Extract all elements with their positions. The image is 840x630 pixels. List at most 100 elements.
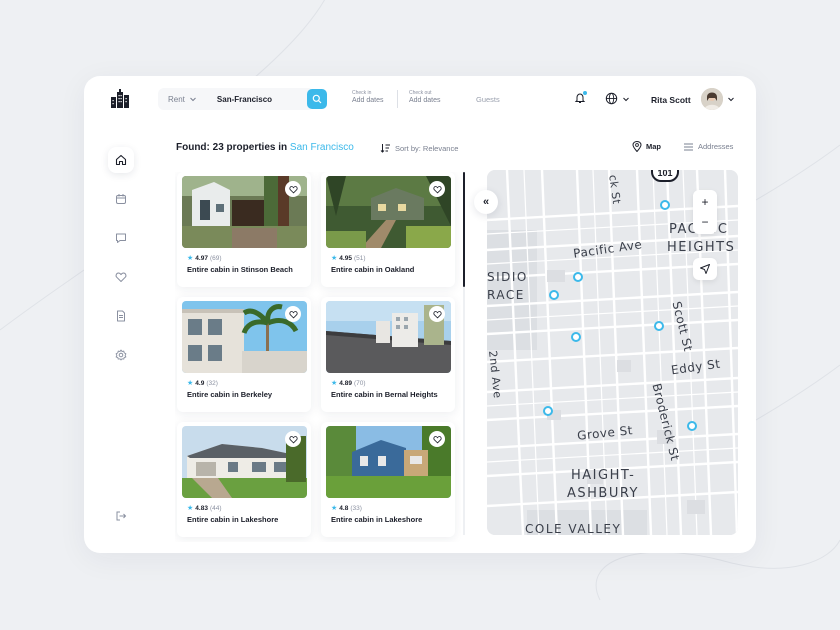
star-icon: ★ bbox=[331, 380, 338, 387]
checkout-value[interactable]: Add dates bbox=[409, 97, 441, 104]
favorite-button[interactable] bbox=[429, 431, 445, 447]
location-search[interactable]: Rent San-Francisco bbox=[158, 88, 314, 110]
guests-input[interactable]: Guests bbox=[476, 95, 500, 104]
document-icon bbox=[117, 310, 125, 322]
sidebar-item-calendar[interactable] bbox=[108, 186, 134, 212]
property-card[interactable]: ★ 4.83 (44) Entire cabin in Lakeshore bbox=[177, 422, 311, 537]
property-photo[interactable] bbox=[182, 426, 307, 498]
map-marker[interactable] bbox=[687, 421, 697, 431]
map-marker[interactable] bbox=[654, 321, 664, 331]
chevron-down-icon[interactable] bbox=[189, 95, 197, 103]
locate-button[interactable] bbox=[693, 258, 717, 280]
heart-icon bbox=[432, 185, 442, 193]
map-neighborhood-label: ASHBURY bbox=[567, 486, 639, 501]
collapse-map-button[interactable]: « bbox=[474, 190, 498, 214]
property-title[interactable]: Entire cabin in Berkeley bbox=[187, 390, 272, 399]
property-photo[interactable] bbox=[326, 176, 451, 248]
property-rating: ★ 4.95 (51) bbox=[331, 254, 366, 263]
property-title[interactable]: Entire cabin in Bernal Heights bbox=[331, 390, 438, 399]
rent-dropdown-label[interactable]: Rent bbox=[168, 95, 185, 104]
map-marker[interactable] bbox=[543, 406, 553, 416]
property-card[interactable]: ★ 4.9 (32) Entire cabin in Berkeley bbox=[177, 297, 311, 412]
scrollbar-thumb[interactable] bbox=[463, 172, 465, 287]
property-title[interactable]: Entire cabin in Lakeshore bbox=[331, 515, 422, 524]
map-view[interactable]: 101 ck St Pacific Ave PACIFIC HEIGHTS SI… bbox=[487, 170, 738, 535]
results-city[interactable]: San Francisco bbox=[290, 142, 354, 153]
property-title[interactable]: Entire cabin in Lakeshore bbox=[187, 515, 278, 524]
heart-icon bbox=[288, 435, 298, 443]
favorite-button[interactable] bbox=[285, 431, 301, 447]
favorite-button[interactable] bbox=[429, 306, 445, 322]
zoom-controls: + − bbox=[693, 190, 717, 234]
zoom-out-button[interactable]: − bbox=[701, 212, 708, 232]
avatar[interactable] bbox=[701, 88, 723, 110]
property-card[interactable]: ★ 4.89 (70) Entire cabin in Bernal Heights bbox=[321, 297, 455, 412]
chevron-down-icon[interactable] bbox=[622, 95, 630, 103]
zoom-in-button[interactable]: + bbox=[701, 192, 708, 212]
checkin-label: Check in bbox=[352, 90, 372, 96]
checkout-field[interactable]: Check out Add dates bbox=[409, 90, 441, 104]
map-marker[interactable] bbox=[660, 200, 670, 210]
user-name[interactable]: Rita Scott bbox=[651, 95, 691, 105]
search-button[interactable] bbox=[307, 89, 327, 109]
property-card[interactable]: ★ 4.95 (51) Entire cabin in Oakland bbox=[321, 172, 455, 287]
map-marker[interactable] bbox=[571, 332, 581, 342]
app-window: Rent San-Francisco Check in Add dates Ch… bbox=[84, 76, 756, 553]
favorite-button[interactable] bbox=[285, 306, 301, 322]
addresses-label[interactable]: Addresses bbox=[698, 142, 733, 151]
sidebar-item-messages[interactable] bbox=[108, 225, 134, 251]
sort-label[interactable]: Sort by: Relevance bbox=[395, 144, 458, 153]
map-neighborhood-label: HAIGHT- bbox=[571, 468, 636, 483]
chat-icon bbox=[116, 233, 126, 243]
checkout-label: Check out bbox=[409, 90, 432, 96]
property-photo[interactable] bbox=[182, 301, 307, 373]
sort-dropdown[interactable]: Sort by: Relevance bbox=[380, 143, 458, 153]
star-icon: ★ bbox=[187, 255, 194, 262]
sidebar-item-settings[interactable] bbox=[108, 342, 134, 368]
property-list[interactable]: ★ 4.97 (69) Entire cabin in Stinson Beach bbox=[175, 172, 461, 542]
property-card[interactable]: ★ 4.8 (33) Entire cabin in Lakeshore bbox=[321, 422, 455, 537]
gear-icon bbox=[115, 349, 127, 361]
property-photo[interactable] bbox=[326, 301, 451, 373]
favorite-button[interactable] bbox=[285, 181, 301, 197]
map-neighborhood-label: SIDIO bbox=[487, 270, 528, 284]
checkin-field[interactable]: Check in Add dates bbox=[352, 90, 384, 104]
map-label[interactable]: Map bbox=[646, 142, 661, 151]
addresses-toggle[interactable]: Addresses bbox=[684, 142, 733, 151]
logout-button[interactable] bbox=[108, 503, 134, 529]
property-rating: ★ 4.8 (33) bbox=[331, 504, 362, 513]
property-photo[interactable] bbox=[326, 426, 451, 498]
property-card[interactable]: ★ 4.97 (69) Entire cabin in Stinson Beach bbox=[177, 172, 311, 287]
checkin-value[interactable]: Add dates bbox=[352, 97, 384, 104]
favorite-button[interactable] bbox=[429, 181, 445, 197]
map-marker[interactable] bbox=[549, 290, 559, 300]
property-rating: ★ 4.83 (44) bbox=[187, 504, 222, 513]
home-icon bbox=[115, 154, 127, 166]
divider bbox=[397, 90, 398, 108]
navigation-arrow-icon bbox=[700, 264, 710, 274]
sidebar-item-home[interactable] bbox=[108, 147, 134, 173]
heart-icon bbox=[288, 310, 298, 318]
property-title[interactable]: Entire cabin in Stinson Beach bbox=[187, 265, 293, 274]
property-rating: ★ 4.89 (70) bbox=[331, 379, 366, 388]
map-neighborhood-label: RACE bbox=[487, 288, 525, 302]
property-title[interactable]: Entire cabin in Oakland bbox=[331, 265, 414, 274]
sidebar-item-documents[interactable] bbox=[108, 303, 134, 329]
chevron-down-icon[interactable] bbox=[727, 95, 735, 103]
city-input[interactable]: San-Francisco bbox=[217, 95, 272, 104]
notification-dot bbox=[583, 91, 587, 95]
sort-icon bbox=[380, 144, 390, 153]
globe-icon[interactable] bbox=[605, 92, 618, 105]
star-icon: ★ bbox=[187, 380, 194, 387]
sidebar-item-favorites[interactable] bbox=[108, 264, 134, 290]
map-neighborhood-label: COLE VALLEY bbox=[525, 522, 622, 535]
building-logo-icon[interactable] bbox=[110, 89, 130, 109]
calendar-icon bbox=[116, 194, 126, 204]
star-icon: ★ bbox=[331, 255, 338, 262]
search-icon bbox=[312, 94, 322, 104]
heart-icon bbox=[432, 435, 442, 443]
map-neighborhood-label: HEIGHTS bbox=[667, 240, 736, 255]
map-toggle[interactable]: Map bbox=[632, 141, 661, 152]
property-photo[interactable] bbox=[182, 176, 307, 248]
map-marker[interactable] bbox=[573, 272, 583, 282]
